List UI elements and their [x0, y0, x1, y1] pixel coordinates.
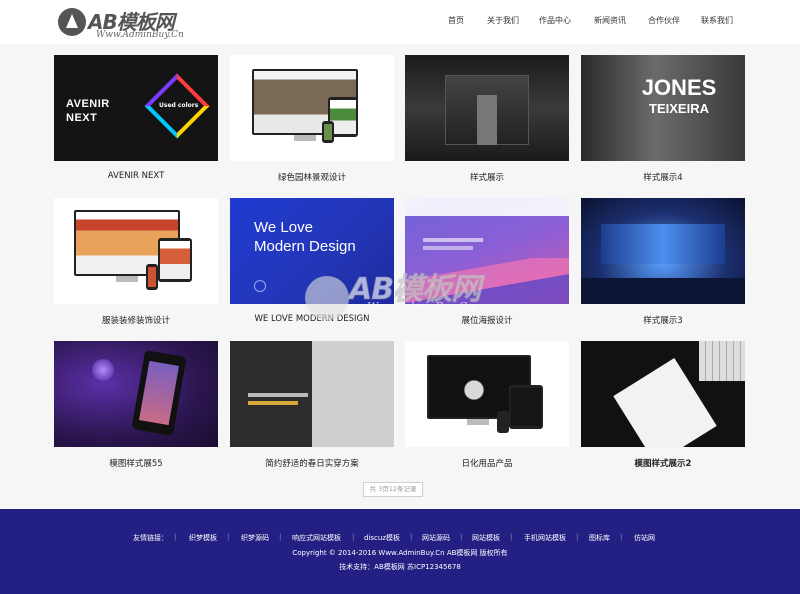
gallery-caption[interactable]: WE LOVE MODERN DESIGN — [230, 314, 394, 324]
gallery-caption[interactable]: 样式展示3 — [581, 314, 745, 326]
link-divider: | — [227, 533, 230, 541]
gallery-caption[interactable]: 模图样式展示2 — [581, 457, 745, 469]
monitor-stand — [294, 135, 316, 141]
friend-link[interactable]: discuz模板 — [364, 533, 400, 543]
tablet-mockup — [509, 385, 543, 429]
link-divider: | — [576, 533, 579, 541]
friend-links-label: 友情链接： — [133, 534, 168, 542]
gallery-thumbnail[interactable] — [405, 341, 569, 447]
gallery-caption[interactable]: 模图样式展55 — [54, 457, 218, 469]
thumbnail-art-line: AVENIR — [66, 98, 110, 110]
mock-text-line — [423, 238, 483, 242]
link-divider: | — [279, 533, 282, 541]
mock-top-bar — [405, 198, 569, 216]
monitor-stand — [467, 419, 489, 425]
gallery-thumbnail[interactable] — [581, 198, 745, 304]
gallery-thumbnail[interactable] — [405, 55, 569, 161]
audience-area — [581, 278, 745, 304]
nav-item-about[interactable]: 关于我们 — [487, 15, 519, 26]
nav-item-news[interactable]: 新闻资讯 — [594, 15, 626, 26]
header: AB模板网 Www.AdminBuy.Cn 首页 关于我们 作品中心 新闻资讯 … — [0, 0, 800, 44]
gallery-caption[interactable]: 样式展示 — [405, 171, 569, 183]
corridor-door — [477, 95, 497, 145]
app-logo-icon — [92, 359, 114, 381]
site-logo[interactable]: AB模板网 Www.AdminBuy.Cn — [58, 6, 198, 42]
footer: 友情链接： | 织梦模板 | 织梦源码 | 响应式网站模板 | discuz模板… — [0, 509, 800, 594]
gallery-caption[interactable]: 样式展示4 — [581, 171, 745, 183]
gallery-caption[interactable]: 服装装修装饰设计 — [54, 314, 218, 326]
thumbnail-art-line: TEIXEIRA — [649, 101, 709, 116]
friend-link[interactable]: 网站模板 — [472, 533, 500, 543]
monitor-stand — [116, 276, 138, 282]
thumbnail-art-line: We Love — [254, 219, 313, 236]
play-circle-icon — [254, 280, 266, 292]
nav-item-partners[interactable]: 合作伙伴 — [648, 15, 680, 26]
friend-links: 友情链接： | 织梦模板 | 织梦源码 | 响应式网站模板 | discuz模板… — [0, 533, 800, 547]
logo-mark-icon — [58, 8, 86, 36]
link-divider: | — [460, 533, 463, 541]
friend-link[interactable]: 仿站网 — [634, 533, 655, 543]
gallery-caption[interactable]: 展位海报设计 — [405, 314, 569, 326]
friend-link[interactable]: 图标库 — [589, 533, 610, 543]
gallery-caption[interactable]: 简约舒适的春日实穿方案 — [230, 457, 394, 469]
pagination-info: 共 3页12条记录 — [363, 482, 423, 497]
gallery-thumbnail[interactable] — [54, 341, 218, 447]
phone-mockup — [146, 264, 158, 290]
nav-item-home[interactable]: 首页 — [448, 15, 464, 26]
thumbnail-art-line: NEXT — [66, 112, 98, 124]
gallery-thumbnail[interactable] — [230, 55, 394, 161]
keyboard-graphic — [699, 341, 745, 381]
thumbnail-art-text: AVENIR NEXT — [66, 97, 110, 125]
mock-text-line — [248, 393, 308, 397]
link-divider: | — [620, 533, 623, 541]
phone-mockup — [322, 121, 334, 143]
gallery-thumbnail[interactable] — [54, 198, 218, 304]
gallery-thumbnail[interactable]: We Love Modern Design — [230, 198, 394, 304]
thumbnail-art-line: JONES — [641, 75, 717, 100]
gallery-thumbnail[interactable] — [405, 198, 569, 304]
friend-link[interactable]: 手机网站模板 — [524, 533, 566, 543]
copyright-text: Copyright © 2014-2016 Www.AdminBuy.Cn AB… — [292, 549, 508, 557]
friend-link[interactable]: 织梦源码 — [241, 533, 269, 543]
link-divider: | — [410, 533, 413, 541]
phone-mockup — [497, 411, 509, 433]
nav-item-works[interactable]: 作品中心 — [539, 15, 571, 26]
mock-text-line — [423, 246, 473, 250]
thumbnail-art-text: We Love Modern Design — [254, 218, 356, 256]
gallery-caption[interactable]: 日化用品产品 — [405, 457, 569, 469]
tech-support-text: 技术支持：AB模板网 苏ICP12345678 — [339, 563, 461, 571]
link-divider: | — [352, 533, 355, 541]
gallery-thumbnail[interactable]: AVENIR NEXT Used colors — [54, 55, 218, 161]
friend-link[interactable]: 网站源码 — [422, 533, 450, 543]
nav-item-contact[interactable]: 联系我们 — [701, 15, 733, 26]
stage-screen — [601, 224, 725, 264]
gallery-thumbnail[interactable]: JONES TEIXEIRA — [581, 55, 745, 161]
link-divider: | — [510, 533, 513, 541]
friend-link[interactable]: 织梦模板 — [189, 533, 217, 543]
gallery-thumbnail[interactable] — [230, 341, 394, 447]
tablet-mockup — [158, 238, 192, 282]
gallery-caption[interactable]: 绿色园林景观设计 — [230, 171, 394, 183]
main-nav: 首页 关于我们 作品中心 新闻资讯 合作伙伴 联系我们 — [430, 0, 750, 44]
logo-subtitle: Www.AdminBuy.Cn — [96, 30, 184, 40]
gallery-caption[interactable]: AVENIR NEXT — [54, 171, 218, 181]
thumbnail-art-tag: Used colors — [159, 102, 199, 109]
link-divider: | — [174, 533, 177, 541]
friend-link[interactable]: 响应式网站模板 — [292, 533, 341, 543]
wave-graphic — [405, 258, 569, 304]
mock-text-line — [248, 401, 298, 405]
gallery-thumbnail[interactable] — [581, 341, 745, 447]
thumbnail-art-line: Modern Design — [254, 238, 356, 255]
